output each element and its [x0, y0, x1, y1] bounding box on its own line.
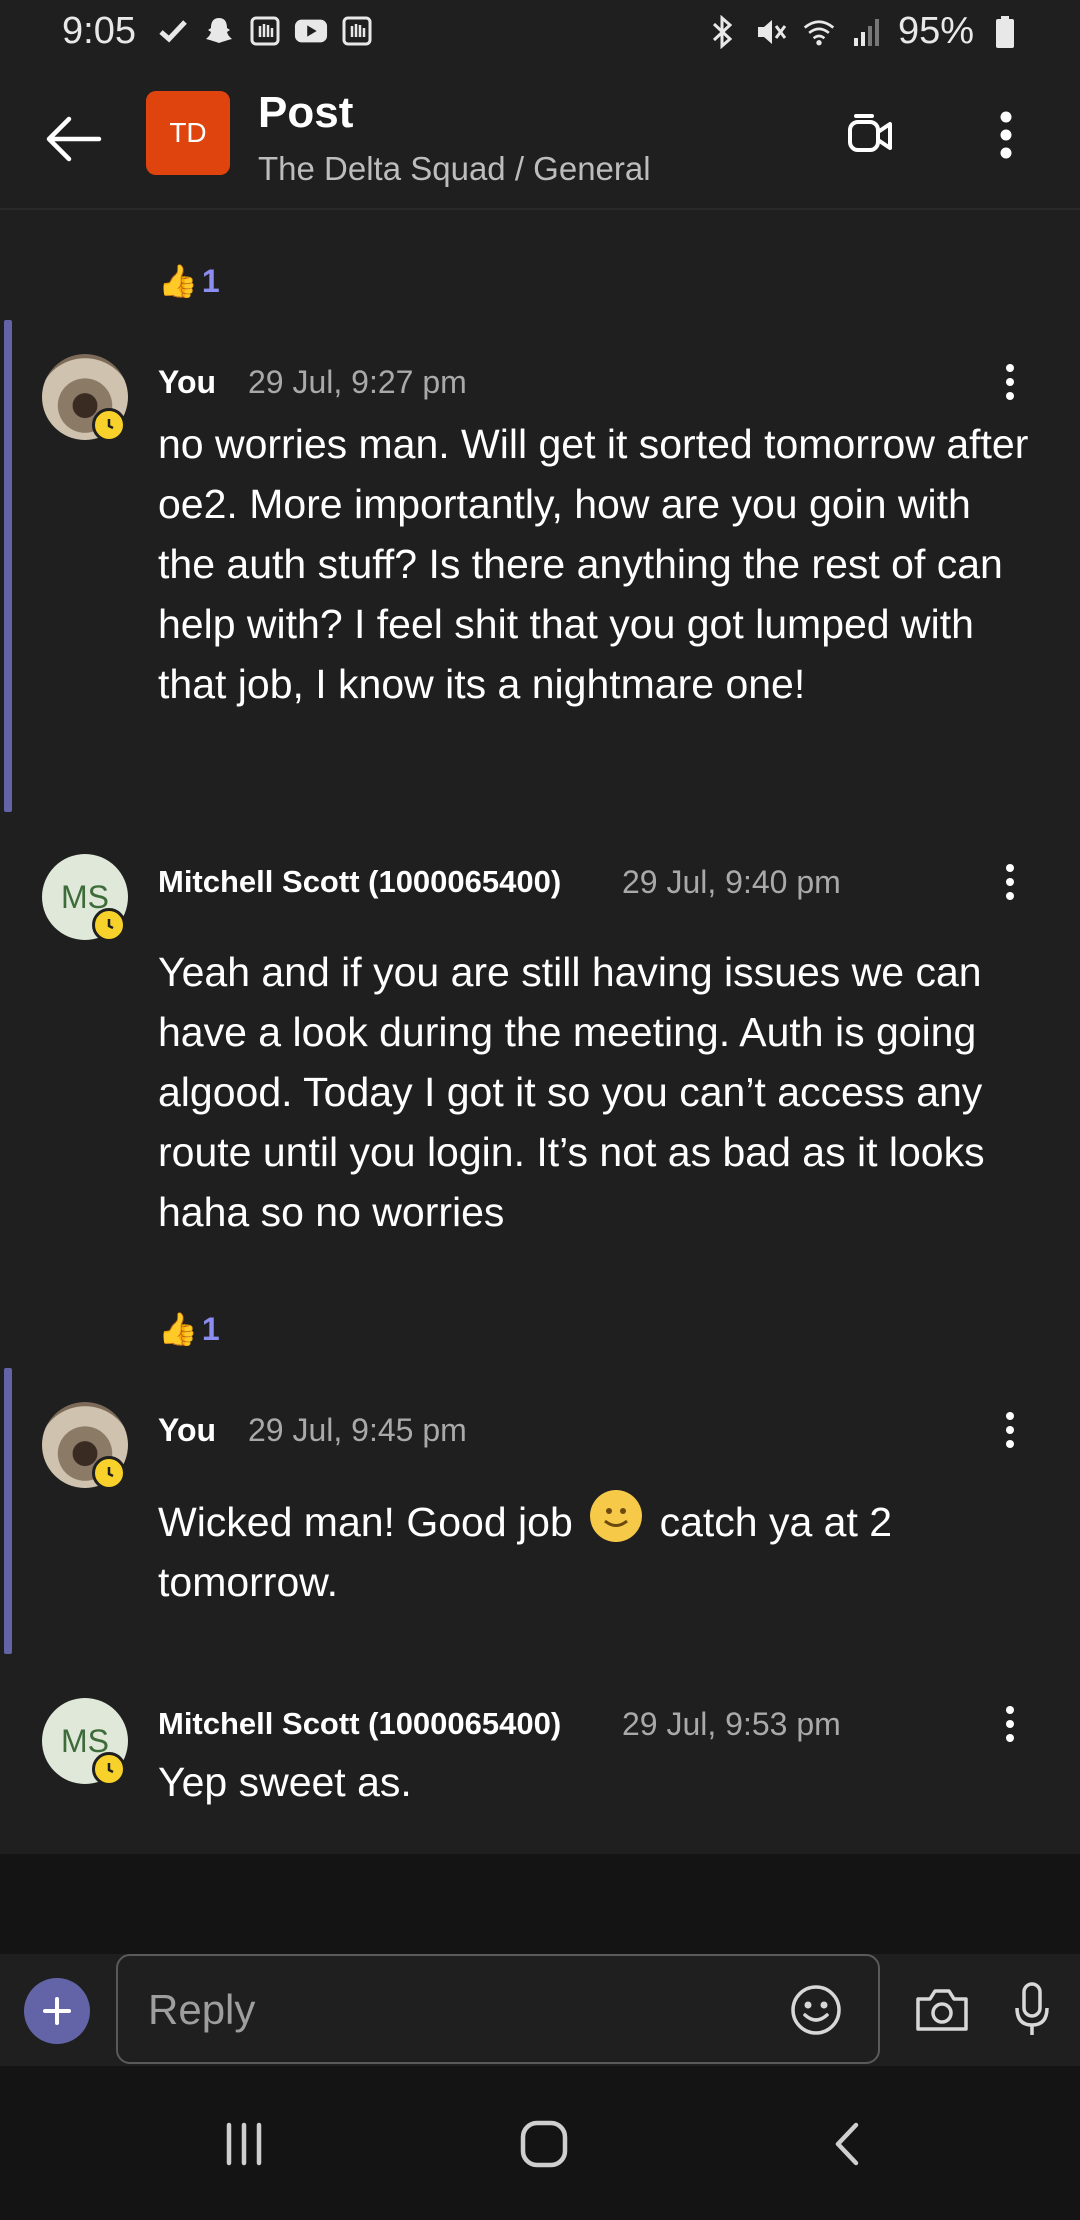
own-message-indicator — [4, 320, 12, 812]
snapchat-icon — [202, 14, 236, 48]
message-more-button[interactable] — [990, 352, 1030, 412]
notification-icons — [156, 14, 374, 48]
message-body: Yep sweet as. — [158, 1759, 412, 1805]
team-avatar: TD — [146, 91, 230, 175]
microphone-button[interactable] — [1004, 1976, 1060, 2044]
channel-breadcrumb[interactable]: The Delta Squad / General — [258, 150, 651, 188]
recent-apps-button[interactable] — [204, 2112, 284, 2176]
plus-icon — [43, 1997, 71, 2025]
check-icon — [156, 14, 190, 48]
message-body: no worries man. Will get it sorted tomor… — [158, 421, 1029, 707]
message-more-button[interactable] — [990, 1400, 1030, 1460]
more-vertical-icon — [1006, 1412, 1014, 1448]
battery-icon — [988, 15, 1022, 49]
presence-away-icon — [92, 908, 126, 942]
system-status: 95% — [706, 10, 1022, 53]
chevron-left-icon — [835, 2122, 859, 2166]
status-bar: 9:05 95% — [0, 0, 1080, 66]
mute-icon — [754, 15, 788, 49]
camera-icon — [916, 1989, 968, 2031]
wifi-icon — [802, 15, 836, 49]
compose-bar — [0, 1954, 1080, 2066]
meet-now-button[interactable] — [838, 102, 904, 168]
signal-icon — [850, 15, 884, 49]
bluetooth-icon — [706, 14, 740, 49]
message-author: Mitchell Scott (1000065400) — [158, 1706, 562, 1741]
message-author: You — [158, 1412, 217, 1448]
home-icon — [520, 2120, 568, 2168]
thumbs-up-icon: 👍 — [158, 263, 198, 299]
message-thread: 👍 1 You 29 Jul, 9:27 pm no worries man. … — [0, 212, 1080, 1854]
camera-button[interactable] — [910, 1978, 974, 2042]
more-vertical-icon — [1006, 1706, 1014, 1742]
more-vertical-icon — [1006, 864, 1014, 900]
thread-footer-space — [0, 1854, 1080, 1954]
message-text: Wicked man! Good job — [158, 1499, 573, 1545]
thumbs-up-icon: 👍 — [158, 1311, 198, 1347]
presence-away-icon — [92, 1752, 126, 1786]
status-time: 9:05 — [62, 10, 136, 52]
more-options-button[interactable] — [976, 102, 1036, 168]
reply-box — [116, 1954, 880, 2064]
message-timestamp: 29 Jul, 9:53 pm — [622, 1706, 841, 1742]
presence-away-icon — [92, 408, 126, 442]
reaction-count: 1 — [201, 262, 220, 299]
page-title: Post — [258, 88, 354, 137]
hand-icon — [248, 14, 282, 48]
smiley-emoji-icon — [590, 1490, 643, 1542]
presence-away-icon — [92, 1456, 126, 1490]
message-author: You — [158, 364, 217, 400]
youtube-icon — [294, 14, 328, 48]
message-timestamp: 29 Jul, 9:40 pm — [622, 864, 841, 900]
emoji-icon — [791, 1985, 841, 2035]
add-attachment-button[interactable] — [24, 1978, 90, 2044]
hand-icon — [340, 14, 374, 48]
more-vertical-icon — [1006, 364, 1014, 400]
emoji-button[interactable] — [786, 1980, 846, 2040]
message-body: Yeah and if you are still having issues … — [158, 949, 985, 1235]
arrow-left-icon — [46, 116, 102, 162]
reaction-like[interactable]: 👍 1 — [158, 1310, 220, 1348]
reaction-like[interactable]: 👍 1 — [158, 262, 220, 300]
message-more-button[interactable] — [990, 852, 1030, 912]
video-call-icon — [848, 114, 892, 152]
microphone-icon — [1015, 1982, 1049, 2035]
system-nav-bar — [0, 2066, 1080, 2220]
home-button[interactable] — [504, 2112, 584, 2176]
message-timestamp: 29 Jul, 9:45 pm — [248, 1412, 467, 1448]
reply-input[interactable] — [148, 1978, 748, 2042]
back-button[interactable] — [38, 104, 108, 174]
battery-percent: 95% — [897, 10, 974, 52]
more-vertical-icon — [1000, 111, 1012, 159]
reaction-count: 1 — [201, 1310, 220, 1347]
message-timestamp: 29 Jul, 9:27 pm — [248, 364, 467, 400]
message-more-button[interactable] — [990, 1694, 1030, 1754]
system-back-button[interactable] — [808, 2112, 888, 2176]
message-body: Wicked man! Good job catch ya at 2 tomor… — [158, 1490, 1038, 1612]
recent-apps-icon — [226, 2122, 262, 2166]
own-message-indicator — [4, 1368, 12, 1654]
message-author: Mitchell Scott (1000065400) — [158, 864, 562, 899]
app-header: TD Post The Delta Squad / General — [0, 66, 1080, 210]
